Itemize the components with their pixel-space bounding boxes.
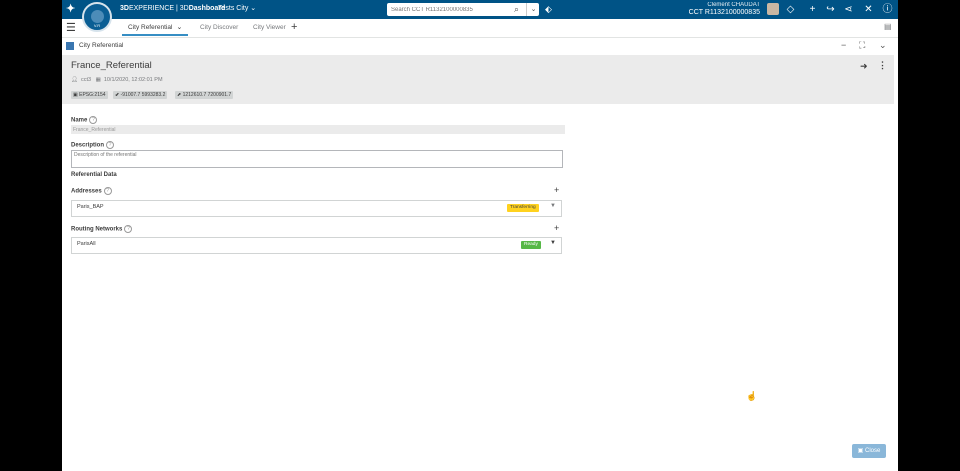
min-coordinate-label: -91007.7 5993283.2: [120, 92, 166, 98]
hand-cursor-icon: ☝: [746, 391, 758, 401]
more-options-icon[interactable]: ⋮: [878, 60, 887, 71]
addresses-label-text: Addresses: [71, 188, 102, 195]
description-label: Description?: [71, 141, 115, 149]
tag-outline-icon[interactable]: ◇: [784, 3, 797, 16]
dashboard-name-label: Tests City: [218, 5, 249, 12]
widget-app-icon: [66, 42, 74, 50]
name-field[interactable]: [71, 125, 565, 134]
description-field[interactable]: [71, 150, 563, 168]
hamburger-menu-icon[interactable]: ☰: [66, 21, 76, 35]
help-icon[interactable]: ?: [106, 141, 115, 149]
address-name: Paris_BAP: [77, 204, 104, 210]
user-icon: 👤︎: [71, 77, 78, 83]
tenant-name: CCT R1132100000835: [688, 9, 760, 16]
compass-center: [91, 10, 104, 23]
search-icon[interactable]: ⌕: [514, 4, 524, 14]
help-icon[interactable]: ?: [124, 225, 133, 233]
list-item[interactable]: ParisAll Ready ▼: [71, 237, 562, 254]
routing-label-text: Routing Networks: [71, 226, 123, 233]
tools-icon[interactable]: ✕: [862, 3, 875, 16]
chevron-down-icon[interactable]: ⌄: [879, 40, 887, 51]
addresses-label: Addresses?: [71, 187, 112, 195]
max-coordinate-chip: ⬈ 1212610.7 7200901.7: [175, 91, 234, 99]
tab-city-discover[interactable]: City Discover: [200, 19, 238, 36]
add-address-button[interactable]: +: [554, 185, 559, 195]
chevron-down-icon: ⌄: [250, 5, 257, 12]
tab-bar: ☰ City Referential ⌄ City Discover City V…: [62, 19, 898, 38]
tab-label: City Referential: [128, 24, 173, 31]
maximize-icon[interactable]: ⛶: [859, 40, 865, 51]
widget-header: City Referential − ⛶ ⌄: [62, 38, 898, 54]
referential-meta: 👤︎ cct3 ▦ 10/1/2020, 12:02:01 PM: [71, 77, 166, 83]
share-icon[interactable]: ⋖: [842, 3, 855, 16]
owner-name: cct3: [80, 77, 92, 83]
pin-icon[interactable]: ➜: [860, 61, 868, 72]
status-badge: Ready: [521, 241, 541, 249]
help-icon[interactable]: ?: [89, 116, 98, 124]
name-label: Name?: [71, 116, 98, 124]
list-item[interactable]: Paris_BAP Transferring ▼: [71, 200, 562, 217]
compass-icon[interactable]: V.R: [82, 2, 112, 32]
user-info[interactable]: Clement CHAUDAT CCT R1132100000835: [674, 1, 760, 17]
user-name: Clement CHAUDAT: [707, 2, 760, 8]
top-bar: ✦ V.R 3DEXPERIENCE | 3DDashboard Tests C…: [62, 0, 898, 32]
brand-middle: EXPERIENCE | 3D: [128, 5, 189, 12]
minimize-icon[interactable]: −: [841, 40, 846, 51]
save-icon: ▣: [857, 448, 864, 454]
share-arrow-icon[interactable]: ↪: [824, 3, 837, 16]
search-input[interactable]: [391, 4, 509, 15]
crs-chip-label: EPSG:2154: [79, 92, 106, 98]
routing-network-name: ParisAll: [77, 241, 96, 247]
help-icon[interactable]: ⓘ: [881, 3, 894, 16]
search-box: ⌕ ⌄: [387, 3, 539, 16]
brand-title: 3DEXPERIENCE | 3DDashboard: [120, 4, 225, 14]
close-button-label: Close: [865, 448, 881, 454]
tab-city-referential[interactable]: City Referential ⌄: [122, 19, 188, 36]
routing-networks-label: Routing Networks?: [71, 225, 133, 233]
widget-title: City Referential: [79, 42, 124, 49]
status-badge: Transferring: [507, 204, 539, 212]
referential-title: France_Referential: [71, 60, 152, 71]
avatar[interactable]: [767, 3, 779, 15]
name-label-text: Name: [71, 117, 88, 124]
chevron-down-icon[interactable]: ▼: [550, 203, 556, 209]
add-routing-network-button[interactable]: +: [554, 223, 559, 233]
chevron-down-icon[interactable]: ▼: [550, 240, 556, 246]
tab-city-viewer[interactable]: City Viewer: [253, 19, 286, 36]
section-title: Referential Data: [71, 172, 117, 178]
created-date: 10/1/2020, 12:02:01 PM: [103, 77, 163, 83]
min-coordinate-chip: ⬋ -91007.7 5993283.2: [113, 91, 168, 99]
3ds-logo-icon[interactable]: ✦: [66, 2, 82, 17]
referential-header: France_Referential 👤︎ cct3 ▦ 10/1/2020, 12…: [62, 55, 894, 104]
calendar-icon: ▦: [95, 77, 101, 83]
dashboard-name[interactable]: Tests City ⌄: [218, 4, 256, 14]
help-icon[interactable]: ?: [103, 187, 112, 195]
tag-icon[interactable]: ⬖: [545, 3, 552, 15]
chat-icon[interactable]: ▤: [884, 22, 892, 31]
close-button[interactable]: ▣ Close: [852, 444, 886, 458]
compass-label: V.R: [93, 23, 101, 28]
max-coordinate-label: 1212610.7 7200901.7: [182, 92, 232, 98]
chevron-down-icon[interactable]: ⌄: [176, 24, 182, 31]
app-window: ✦ V.R 3DEXPERIENCE | 3DDashboard Tests C…: [62, 0, 898, 471]
description-label-text: Description: [71, 142, 105, 149]
crs-chip: ▣ EPSG:2154: [71, 91, 108, 99]
brand-prefix: 3D: [120, 5, 129, 12]
add-tab-icon[interactable]: +: [291, 19, 297, 36]
search-dropdown-icon[interactable]: ⌄: [526, 3, 540, 16]
add-icon[interactable]: +: [806, 3, 819, 16]
